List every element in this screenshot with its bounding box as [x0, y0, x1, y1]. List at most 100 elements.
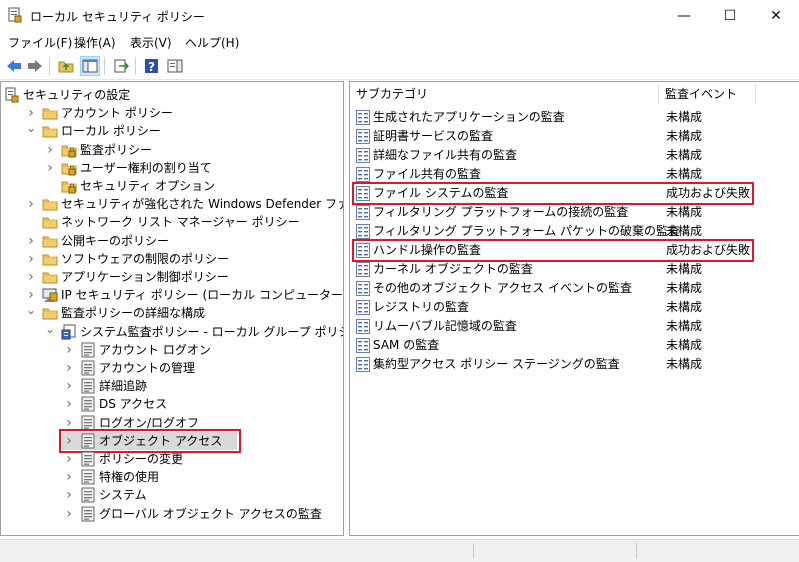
tree-item-label: 詳細追跡 [99, 379, 148, 394]
tree-item[interactable]: › ソフトウェアの制限のポリシー [1, 250, 343, 268]
tree-item[interactable]: › グローバル オブジェクト アクセスの監査 [1, 505, 343, 523]
policy-node-icon [81, 487, 95, 503]
expand-arrow-icon[interactable]: › [26, 268, 36, 286]
menu-action[interactable]: 操作(A) [74, 34, 116, 51]
tree-item[interactable]: › アプリケーション制御ポリシー [1, 268, 343, 286]
forward-button[interactable] [25, 56, 45, 76]
menu-help[interactable]: ヘルプ(H) [185, 34, 239, 51]
tree-item[interactable]: › 特権の使用 [1, 468, 343, 486]
expand-arrow-icon[interactable]: › [64, 450, 74, 468]
policy-node-icon [81, 396, 95, 412]
export-list-button[interactable] [111, 56, 131, 76]
minimize-button[interactable]: — [661, 0, 707, 31]
list-row[interactable]: その他のオブジェクト アクセス イベントの監査 未構成 [350, 279, 799, 298]
show-hide-action-pane-button[interactable] [165, 56, 185, 76]
policy-node-icon [81, 360, 95, 376]
tree-item[interactable]: ネットワーク リスト マネージャー ポリシー [1, 213, 343, 231]
expand-arrow-icon[interactable]: › [64, 505, 74, 523]
tree-item[interactable]: › 監査ポリシー [1, 141, 343, 159]
list-row[interactable]: 生成されたアプリケーションの監査 未構成 [350, 108, 799, 127]
list-row[interactable]: フィルタリング プラットフォームの接続の監査 未構成 [350, 203, 799, 222]
tree-item[interactable]: › システム [1, 486, 343, 504]
tree-item-label: システム監査ポリシー - ローカル グループ ポリシー オブジェクト [80, 324, 343, 339]
list-row[interactable]: 証明書サービスの監査 未構成 [350, 127, 799, 146]
folder-icon [42, 254, 58, 266]
audit-event-status: 未構成 [666, 357, 703, 371]
expand-arrow-icon[interactable]: › [64, 486, 74, 504]
help-button[interactable]: ? [142, 56, 162, 76]
collapse-arrow-icon[interactable]: ⌄ [45, 320, 55, 338]
list-row[interactable]: レジストリの監査 未構成 [350, 298, 799, 317]
tree-item[interactable]: › DS アクセス [1, 395, 343, 413]
action-pane-icon [167, 59, 183, 73]
back-arrow-icon [7, 60, 21, 72]
subcategory-name: 集約型アクセス ポリシー ステージングの監査 [373, 357, 620, 371]
list-row[interactable]: リムーバブル記憶域の監査 未構成 [350, 317, 799, 336]
audit-subcategory-icon [356, 148, 370, 163]
tree-root[interactable]: セキュリティの設定 [1, 86, 343, 104]
tree-item[interactable]: › アカウント ログオン [1, 341, 343, 359]
tree-item[interactable]: › アカウントの管理 [1, 359, 343, 377]
menu-file[interactable]: ファイル(F) [8, 34, 72, 51]
expand-arrow-icon[interactable]: › [64, 341, 74, 359]
tree-item[interactable]: › ユーザー権利の割り当て [1, 159, 343, 177]
expand-arrow-icon[interactable]: › [45, 159, 55, 177]
folder-icon [42, 272, 58, 284]
toolbar-separator [135, 57, 136, 75]
collapse-arrow-icon[interactable]: ⌄ [26, 119, 36, 137]
collapse-arrow-icon[interactable]: ⌄ [26, 301, 36, 319]
tree-item[interactable]: › 公開キーのポリシー [1, 232, 343, 250]
audit-event-status: 未構成 [666, 300, 703, 314]
expand-arrow-icon[interactable]: › [26, 195, 36, 213]
title-bar: ローカル セキュリティ ポリシー — ☐ ✕ [0, 0, 799, 31]
subcategory-name: その他のオブジェクト アクセス イベントの監査 [373, 281, 633, 295]
minimize-icon: — [677, 7, 691, 24]
menu-view[interactable]: 表示(V) [130, 34, 172, 51]
list-row[interactable]: 詳細なファイル共有の監査 未構成 [350, 146, 799, 165]
list-row[interactable]: カーネル オブジェクトの監査 未構成 [350, 260, 799, 279]
policy-node-icon [81, 451, 95, 467]
subcategory-name: リムーバブル記憶域の監査 [373, 319, 517, 333]
tree-item-label: 公開キーのポリシー [61, 233, 170, 248]
menu-bar: ファイル(F) 操作(A) 表示(V) ヘルプ(H) [0, 31, 799, 51]
console-tree[interactable]: セキュリティの設定 › アカウント ポリシー ⌄ ローカル ポリシー › 監査ポリシー › ユー… [0, 81, 344, 536]
maximize-button[interactable]: ☐ [707, 0, 753, 31]
toolbar-separator [104, 57, 105, 75]
expand-arrow-icon[interactable]: › [64, 395, 74, 413]
details-list[interactable]: サブカテゴリ 監査イベント 生成されたアプリケーションの監査 未構成 証明書サービス… [349, 81, 799, 536]
expand-arrow-icon[interactable]: › [64, 359, 74, 377]
tree-item[interactable]: › ポリシーの変更 [1, 450, 343, 468]
show-hide-console-tree-button[interactable] [80, 56, 100, 76]
back-button[interactable] [4, 56, 24, 76]
expand-arrow-icon[interactable]: › [45, 141, 55, 159]
help-icon: ? [145, 59, 158, 74]
expand-arrow-icon[interactable]: › [64, 468, 74, 486]
subcategory-name: レジストリの監査 [373, 300, 470, 314]
up-level-button[interactable] [56, 56, 76, 76]
column-header-audit-event[interactable]: 監査イベント [659, 82, 755, 106]
list-row[interactable]: 集約型アクセス ポリシー ステージングの監査 未構成 [350, 355, 799, 374]
list-row[interactable]: SAM の監査 未構成 [350, 336, 799, 355]
column-separator[interactable] [755, 84, 756, 104]
close-button[interactable]: ✕ [753, 0, 799, 31]
status-divider [636, 543, 637, 559]
tree-item[interactable]: セキュリティ オプション [1, 177, 343, 195]
audit-event-status: 未構成 [666, 319, 703, 333]
expand-arrow-icon[interactable]: › [64, 377, 74, 395]
column-header-subcategory[interactable]: サブカテゴリ [350, 82, 658, 106]
policy-node-icon [81, 342, 95, 358]
expand-arrow-icon[interactable]: › [26, 250, 36, 268]
policy-node-icon [81, 469, 95, 485]
tree-item[interactable]: ⌄ ローカル ポリシー [1, 119, 343, 140]
tree-item-label: アプリケーション制御ポリシー [61, 270, 229, 284]
tree-item[interactable]: › 詳細追跡 [1, 377, 343, 395]
tree-item-label: 監査ポリシー [80, 142, 153, 157]
expand-arrow-icon[interactable]: › [26, 232, 36, 250]
subcategory-name: カーネル オブジェクトの監査 [373, 262, 533, 276]
audit-subcategory-icon [356, 281, 370, 296]
tree-item[interactable]: ⌄ システム監査ポリシー - ローカル グループ ポリシー オブジェクト [1, 320, 343, 341]
console-tree-icon [82, 59, 98, 73]
tree-item[interactable]: › アカウント ポリシー [1, 104, 343, 122]
tree-item[interactable]: › IP セキュリティ ポリシー (ローカル コンピューター) [1, 286, 343, 304]
tree-item[interactable]: › セキュリティが強化された Windows Defender ファイアウォール [1, 195, 343, 213]
